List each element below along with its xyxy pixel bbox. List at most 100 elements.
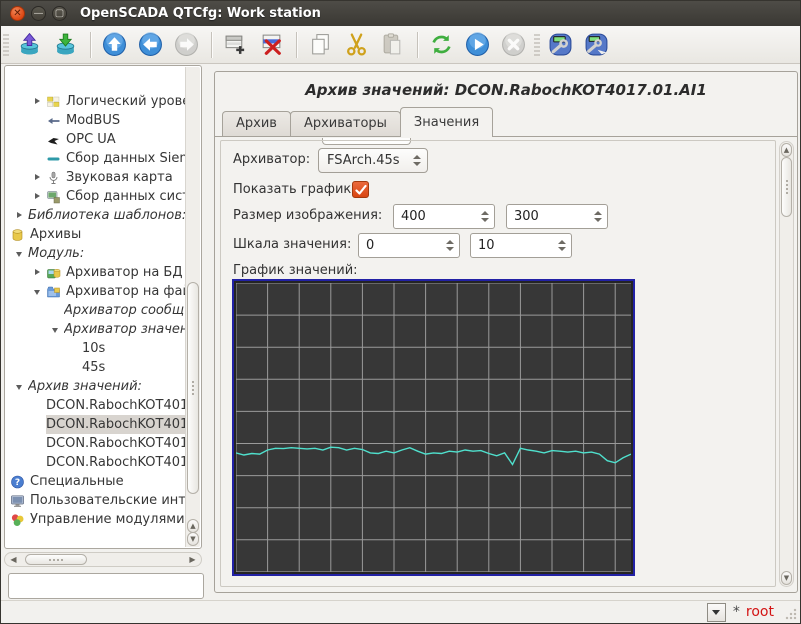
spin-arrows-icon[interactable] (556, 240, 568, 251)
minimize-icon[interactable]: — (31, 6, 46, 21)
tree-item-label: DCON.RabochKOT401 (46, 417, 185, 432)
tree-item-модуль-[interactable]: Модуль: (6, 244, 185, 263)
scroll-down-icon[interactable]: ▼ (187, 532, 199, 546)
tree-filter-input[interactable] (8, 573, 204, 599)
expander-open-icon[interactable] (14, 377, 28, 396)
scroll-up-icon[interactable]: ▲ (781, 143, 792, 157)
tree-item-архив-значений-[interactable]: Архив значений: (6, 377, 185, 396)
modules-icon (10, 513, 26, 527)
tree-item-архиватор-на-фай[interactable]: Архиватор на фай (6, 282, 185, 301)
tree-item-пользовательские-инте[interactable]: Пользовательские инте (6, 491, 185, 510)
spin-arrows-icon[interactable] (444, 240, 456, 251)
toolbar-save-db-button[interactable] (51, 30, 81, 60)
tab-архиваторы[interactable]: Архиваторы (290, 111, 401, 137)
content-scrollbar[interactable]: ▲ ▼ (779, 141, 794, 587)
tree-item-архиватор-значен[interactable]: Архиватор значен (6, 320, 185, 339)
tree-horizontal-scrollbar[interactable]: ◀ ▶ (4, 552, 202, 567)
nav-up-icon (102, 32, 128, 57)
expander-closed-icon[interactable] (32, 263, 46, 282)
tree-item-звуковая-карта[interactable]: Звуковая карта (6, 168, 185, 187)
toolbar-copy-button[interactable] (306, 30, 336, 60)
show-graph-checkbox[interactable] (352, 181, 369, 198)
scale-min-spinbox[interactable]: 0 (358, 233, 460, 258)
tree-item-modbus[interactable]: ModBUS (6, 111, 185, 130)
toolbar-start-button[interactable] (463, 30, 493, 60)
toolbar-nav-back-button[interactable] (136, 30, 166, 60)
toolbar-grip[interactable] (3, 34, 9, 56)
spin-arrows-icon[interactable] (479, 211, 491, 222)
tree-item-content: Пользовательские инте (10, 491, 185, 510)
graph-canvas (236, 283, 631, 572)
expander-spacer (32, 434, 46, 453)
tree-item-content: DCON.RabochKOT401 (46, 434, 185, 453)
image-width-spinbox[interactable]: 400 (393, 204, 495, 229)
tree-item-библиотека-шаблонов-[interactable]: Библиотека шаблонов: (6, 206, 185, 225)
modbus-icon (46, 114, 62, 128)
tree-item-label: Библиотека шаблонов: (28, 208, 185, 223)
tree-item-label: Архиватор на фай (66, 284, 185, 299)
close-icon[interactable]: ✕ (10, 6, 25, 21)
tree-item-dcon-rabochkot401[interactable]: DCON.RabochKOT401 (6, 453, 185, 472)
tree-item-логический-урове[interactable]: Логический урове (6, 92, 185, 111)
toolbar (1, 26, 800, 64)
scroll-left-icon[interactable]: ◀ (7, 554, 20, 565)
tree-item-сбор-данных-сист[interactable]: Сбор данных сист (6, 187, 185, 206)
tree-item-управление-модулями[interactable]: Управление модулями (6, 510, 185, 529)
tree-item-dcon-rabochkot401[interactable]: DCON.RabochKOT401 (6, 415, 185, 434)
scroll-right-icon[interactable]: ▶ (186, 554, 199, 565)
tree-item-content: Сбор данных Siem (46, 149, 185, 168)
tree-item-архиватор-сообщ[interactable]: Архиватор сообщ (6, 301, 185, 320)
tree-scrollbar-handle[interactable] (187, 282, 199, 494)
image-height-spinbox[interactable]: 300 (506, 204, 608, 229)
expander-spacer (68, 339, 82, 358)
resize-grip[interactable] (785, 608, 797, 620)
tree-item-content: Управление модулями (10, 510, 185, 529)
expander-spacer (32, 415, 46, 434)
expander-closed-icon[interactable] (32, 187, 46, 206)
expander-closed-icon[interactable] (32, 168, 46, 187)
tree-item-dcon-rabochkot401[interactable]: DCON.RabochKOT401 (6, 434, 185, 453)
tree-item-сбор-данных-siem[interactable]: Сбор данных Siem (6, 149, 185, 168)
expander-spacer (32, 130, 46, 149)
statusbar: * root (1, 600, 800, 623)
current-user[interactable]: root (746, 604, 774, 620)
tree-item-label: 10s (82, 341, 105, 356)
tree-item-opc-ua[interactable]: OPC UA (6, 130, 185, 149)
toolbar-cut-button[interactable] (342, 30, 372, 60)
tree-item-dcon-rabochkot401[interactable]: DCON.RabochKOT401 (6, 396, 185, 415)
toolbar-calc-tool-button[interactable] (546, 30, 576, 60)
logic-level-icon (46, 95, 62, 109)
expander-closed-icon[interactable] (32, 92, 46, 111)
tree-item-архиватор-на-бд[interactable]: Архиватор на БД (6, 263, 185, 282)
toolbar-load-db-button[interactable] (15, 30, 45, 60)
toolbar-item-add-button[interactable] (221, 30, 251, 60)
toolbar-grip[interactable] (534, 34, 540, 56)
scroll-up-icon[interactable]: ▲ (187, 519, 199, 533)
expander-closed-icon[interactable] (14, 206, 28, 225)
scroll-down-icon[interactable]: ▼ (781, 571, 792, 585)
maximize-icon[interactable]: ▢ (52, 6, 67, 21)
modified-marker: * (733, 604, 740, 620)
tree-scrollbar[interactable]: ▲ ▼ (185, 67, 200, 547)
help-icon: ? (10, 475, 26, 489)
archiver-combobox[interactable]: FSArch.45s (318, 148, 428, 173)
tree-hscrollbar-handle[interactable] (25, 554, 87, 565)
toolbar-item-delete-button[interactable] (257, 30, 287, 60)
expander-open-icon[interactable] (50, 320, 64, 339)
toolbar-nav-up-button[interactable] (100, 30, 130, 60)
toolbar-refresh-button[interactable] (427, 30, 457, 60)
user-dropdown[interactable] (707, 603, 726, 622)
expander-open-icon[interactable] (32, 282, 46, 301)
tree-item-архивы[interactable]: Архивы (6, 225, 185, 244)
scale-max-spinbox[interactable]: 10 (470, 233, 572, 258)
spin-arrows-icon[interactable] (592, 211, 604, 222)
tab-значения[interactable]: Значения (400, 107, 493, 137)
tree-item-10s[interactable]: 10s (6, 339, 185, 358)
expander-open-icon[interactable] (14, 244, 28, 263)
tab-архив[interactable]: Архив (222, 111, 291, 137)
item-delete-icon (259, 32, 285, 57)
content-scrollbar-handle[interactable] (781, 157, 792, 217)
tree-item-45s[interactable]: 45s (6, 358, 185, 377)
tree-item-специальные[interactable]: ?Специальные (6, 472, 185, 491)
toolbar-calc-date-tool-button[interactable] (582, 30, 612, 60)
